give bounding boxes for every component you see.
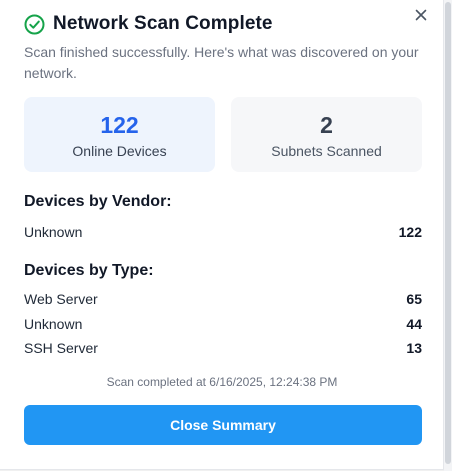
subnets-scanned-count: 2 [320, 112, 333, 138]
subnets-scanned-card: 2 Subnets Scanned [231, 97, 422, 172]
online-devices-card: 122 Online Devices [24, 97, 215, 172]
dialog-title: Network Scan Complete [53, 13, 273, 34]
type-section-heading: Devices by Type: [24, 262, 154, 279]
type-name: Web Server [24, 291, 98, 307]
dialog-subtitle: Scan finished successfully. Here's what … [24, 44, 419, 81]
close-icon[interactable] [412, 6, 430, 24]
vendor-section-heading: Devices by Vendor: [24, 193, 172, 210]
vendor-row: Unknown 122 [24, 224, 422, 244]
online-devices-count: 122 [100, 112, 139, 138]
type-count: 65 [406, 291, 422, 307]
dialog-header: Network Scan Complete [24, 13, 273, 35]
check-circle-icon [24, 14, 45, 35]
type-row: Unknown 44 [24, 316, 422, 336]
type-row: SSH Server 13 [24, 340, 422, 360]
subnets-scanned-label: Subnets Scanned [271, 143, 382, 159]
scan-summary-dialog: Network Scan Complete Scan finished succ… [0, 0, 444, 470]
online-devices-label: Online Devices [72, 143, 167, 159]
scan-completed-timestamp: Scan completed at 6/16/2025, 12:24:38 PM [106, 375, 338, 389]
vendor-count: 122 [398, 224, 422, 240]
close-summary-button[interactable]: Close Summary [24, 405, 422, 445]
type-name: Unknown [24, 316, 83, 332]
type-name: SSH Server [24, 340, 98, 356]
type-row: Web Server 65 [24, 291, 422, 311]
type-count: 13 [406, 340, 422, 356]
scrollbar-thumb[interactable] [445, 2, 451, 464]
vendor-name: Unknown [24, 224, 83, 240]
type-count: 44 [406, 316, 422, 332]
